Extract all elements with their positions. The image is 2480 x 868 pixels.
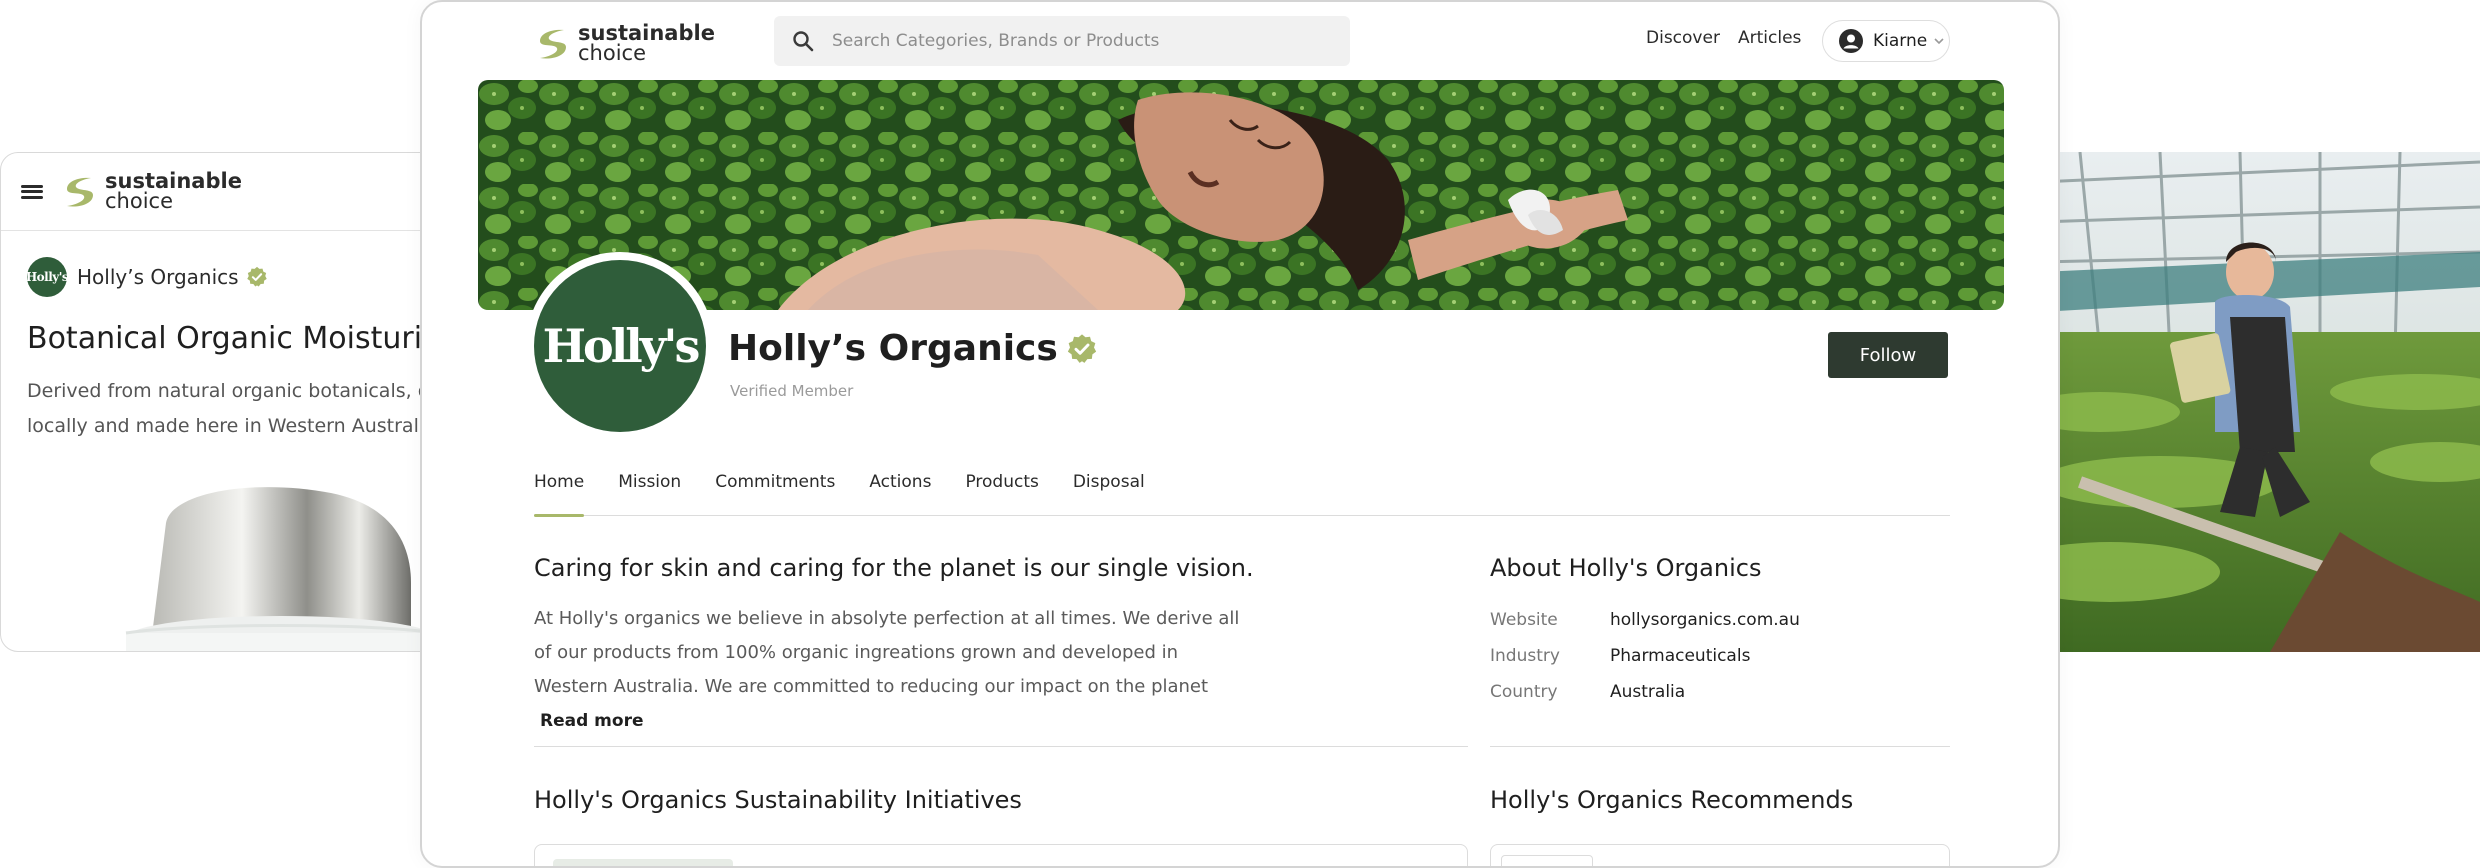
about-value: Australia [1610, 682, 1686, 702]
nav-articles[interactable]: Articles [1738, 28, 1801, 48]
tab-home[interactable]: Home [534, 470, 585, 517]
about-value: Pharmaceuticals [1610, 646, 1751, 666]
profile-cover-banner [478, 80, 2004, 310]
user-menu-button[interactable]: Kiarne [1822, 20, 1950, 62]
recommends-heading: Holly's Organics Recommends [1490, 786, 1854, 814]
verified-badge-icon [246, 266, 267, 287]
profile-name-row: Holly’s Organics [728, 328, 1098, 369]
hamburger-menu-icon[interactable] [21, 184, 43, 199]
mobile-product-card: sustainable choice Holly's Holly’s Organi… [0, 152, 470, 652]
vision-heading: Caring for skin and caring for the plane… [534, 554, 1254, 582]
leaf-logo-icon [67, 177, 93, 207]
mobile-logo[interactable]: sustainable choice [61, 170, 242, 213]
greenhouse-worker-image [2040, 152, 2480, 652]
mobile-brand-row[interactable]: Holly's Holly’s Organics [26, 257, 469, 297]
chevron-down-icon [1934, 38, 1944, 45]
logo-word-2: choice [578, 40, 647, 65]
follow-button[interactable]: Follow [1828, 332, 1948, 378]
vision-body: At Holly's organics we believe in absoly… [534, 602, 1254, 738]
read-more-link[interactable]: Read more [540, 711, 644, 731]
about-key: Country [1490, 682, 1558, 702]
tab-products[interactable]: Products [965, 470, 1038, 516]
logo-word-2: choice [105, 188, 174, 213]
divider-right [1490, 746, 1950, 747]
about-key: Industry [1490, 646, 1560, 666]
search-input[interactable] [832, 31, 1312, 51]
tab-disposal[interactable]: Disposal [1073, 470, 1145, 516]
profile-subtitle: Verified Member [730, 382, 854, 400]
initiatives-heading: Holly's Organics Sustainability Initiati… [534, 786, 1022, 814]
recommend-card[interactable] [1490, 844, 1950, 866]
mobile-product-description: Derived from natural organic botanicals,… [27, 380, 470, 437]
top-navigation-bar: sustainablechoice Discover Articles Kiar… [422, 2, 2058, 80]
site-logo[interactable]: sustainable choice [534, 23, 715, 65]
main-browser-window: sustainablechoice Discover Articles Kiar… [420, 0, 2060, 868]
recommend-thumbnail [1501, 855, 1593, 866]
profile-tabs: Home Mission Commitments Actions Product… [534, 470, 1950, 517]
mobile-brand-name: Holly’s Organics [77, 265, 239, 289]
mobile-header: sustainable choice [1, 153, 469, 231]
about-heading: About Holly's Organics [1490, 554, 1762, 582]
user-name: Kiarne [1873, 31, 1928, 51]
verified-badge-icon [1067, 333, 1096, 363]
website-link[interactable]: hollysorganics.com.au [1610, 610, 1800, 630]
about-key: Website [1490, 610, 1558, 630]
mobile-brand-avatar: Holly's [26, 257, 69, 297]
cover-photo-image [478, 80, 2004, 310]
user-avatar-icon [1839, 29, 1863, 53]
profile-avatar: Holly's [526, 252, 714, 440]
search-bar[interactable] [774, 16, 1350, 66]
moisturiser-jar-image [125, 487, 437, 651]
leaf-logo-icon [540, 29, 566, 59]
profile-avatar-logo: Holly's [534, 260, 706, 432]
profile-name: Holly’s Organics [728, 328, 1058, 369]
initiative-card[interactable] [534, 844, 1468, 866]
greenhouse-photo [2040, 152, 2480, 652]
nav-discover[interactable]: Discover [1646, 28, 1720, 48]
tab-mission[interactable]: Mission [618, 470, 681, 516]
tab-actions[interactable]: Actions [869, 470, 931, 516]
tab-commitments[interactable]: Commitments [715, 470, 835, 516]
vision-text: At Holly's organics we believe in absoly… [534, 608, 1240, 697]
divider-left [534, 746, 1468, 747]
search-icon [793, 31, 814, 52]
mobile-product-title: Botanical Organic Moisturi [27, 321, 423, 356]
initiative-thumbnail [553, 859, 733, 866]
